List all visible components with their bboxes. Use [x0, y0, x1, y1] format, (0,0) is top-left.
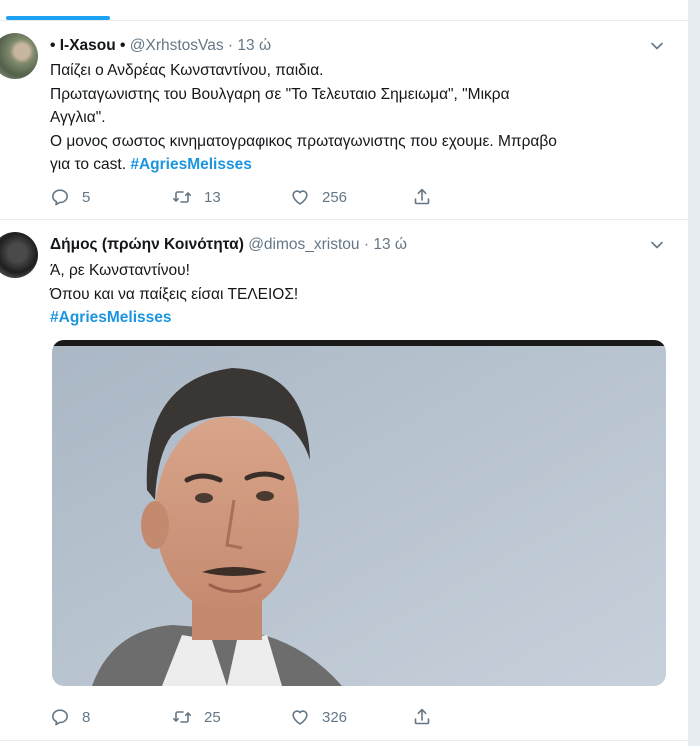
like-count: 326 — [322, 708, 348, 726]
tweet-text-line: Ο μονος σωστος κινηματογραφικος πρωταγων… — [50, 132, 557, 150]
reply-count: 8 — [82, 708, 91, 726]
retweet-count: 25 — [204, 708, 221, 726]
like-button[interactable]: 256 — [290, 185, 347, 209]
chevron-down-icon[interactable] — [650, 238, 664, 252]
tweet-header: Δήμος (πρώην Κοινότητα) @dimos_xristou ·… — [50, 235, 407, 255]
separator: · — [363, 236, 370, 253]
reply-icon — [52, 189, 68, 206]
tweet-card[interactable]: • I-Xasou • @XrhstosVas · 13 ώ Παίζει ο … — [0, 21, 688, 220]
tweet-actions: 8 25 326 — [50, 705, 450, 729]
tweet-text-line: Πρωταγωνιστης του Βουλγαρη σε "Το Τελευτ… — [50, 85, 510, 103]
like-count: 256 — [322, 188, 348, 206]
tweet-text-fragment: για το cast. — [50, 156, 131, 173]
heart-icon — [292, 710, 308, 725]
tweet-text-line: #AgriesMelisses — [50, 306, 670, 330]
timeline-top-strip — [0, 0, 688, 21]
tweet-text: Ά, ρε Κωνσταντίνου! Όπου και να παίξεις … — [50, 259, 670, 330]
tweet-text-line: Όπου και να παίξεις είσαι ΤΕΛΕΙΟΣ! — [50, 285, 299, 303]
author-handle[interactable]: @XrhstosVas — [130, 37, 224, 54]
tweet-text: Παίζει ο Ανδρέας Κωνσταντίνου, παιδια. Π… — [50, 59, 670, 177]
avatar[interactable] — [0, 232, 38, 278]
hashtag-link[interactable]: #AgriesMelisses — [130, 156, 252, 173]
share-icon — [414, 188, 430, 205]
author-name[interactable]: • I-Xasou • — [50, 37, 125, 54]
tweet-text-line: Αγγλια". — [50, 109, 106, 126]
active-tab-indicator — [6, 16, 110, 20]
heart-icon — [292, 190, 308, 205]
man-portrait-photo — [52, 340, 666, 686]
avatar[interactable] — [0, 33, 38, 79]
like-button[interactable]: 326 — [290, 705, 347, 729]
retweet-button[interactable]: 25 — [172, 705, 221, 729]
tweet-text-line: για το cast. #AgriesMelisses — [50, 153, 670, 177]
share-button[interactable] — [412, 705, 444, 729]
timestamp[interactable]: 13 ώ — [373, 236, 407, 253]
reply-count: 5 — [82, 188, 91, 206]
tweet-text-line: Ά, ρε Κωνσταντίνου! — [50, 262, 190, 279]
tweet-actions: 5 13 256 — [50, 185, 450, 209]
reply-button[interactable]: 5 — [50, 185, 90, 209]
timeline: • I-Xasou • @XrhstosVas · 13 ώ Παίζει ο … — [0, 0, 689, 746]
hashtag-link[interactable]: #AgriesMelisses — [50, 309, 172, 326]
author-name[interactable]: Δήμος (πρώην Κοινότητα) — [50, 236, 244, 253]
retweet-icon — [173, 191, 191, 203]
tweet-photo[interactable] — [52, 340, 666, 686]
timestamp[interactable]: 13 ώ — [237, 37, 271, 54]
share-icon — [414, 708, 430, 725]
retweet-count: 13 — [204, 188, 221, 206]
tweet-header: • I-Xasou • @XrhstosVas · 13 ώ — [50, 36, 271, 56]
reply-icon — [52, 709, 68, 726]
tweet-card[interactable]: Δήμος (πρώην Κοινότητα) @dimos_xristou ·… — [0, 220, 688, 741]
separator: · — [227, 37, 234, 54]
reply-button[interactable]: 8 — [50, 705, 90, 729]
retweet-icon — [173, 711, 191, 723]
share-button[interactable] — [412, 185, 444, 209]
tweet-text-line: Παίζει ο Ανδρέας Κωνσταντίνου, παιδια. — [50, 62, 324, 79]
chevron-down-icon[interactable] — [650, 39, 664, 53]
author-handle[interactable]: @dimos_xristou — [248, 236, 359, 253]
retweet-button[interactable]: 13 — [172, 185, 221, 209]
